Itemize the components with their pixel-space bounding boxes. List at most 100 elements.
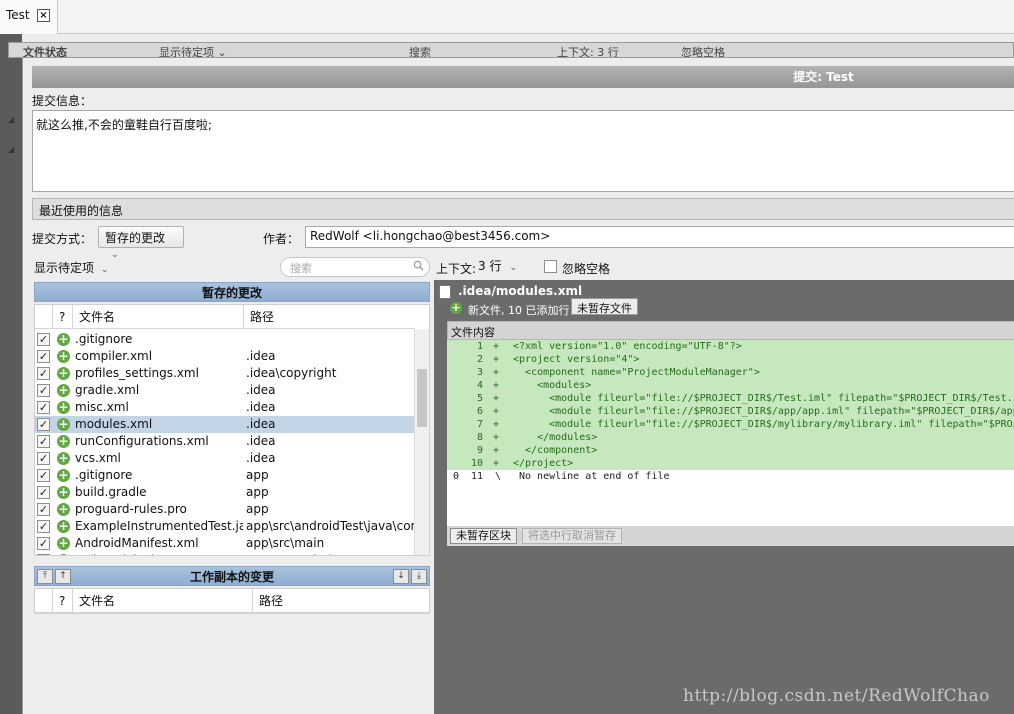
stage-checkbox[interactable]: ✓ xyxy=(37,554,50,555)
close-icon[interactable]: × xyxy=(37,9,50,22)
show-pending-select[interactable]: 显示待定项 ⌄ xyxy=(34,259,109,276)
unstage-hunk-button[interactable]: 未暂存区块 xyxy=(450,528,517,544)
line-number: 4 xyxy=(476,380,483,391)
chevron-down-icon: ⌄ xyxy=(111,250,119,260)
diff-toolbar: 上下文: 3 行 ⌄ 忽略空格 xyxy=(434,254,1014,280)
stage-checkbox[interactable]: ✓ xyxy=(37,537,50,550)
file-name: AndroidManifest.xml xyxy=(75,536,199,550)
table-row[interactable]: ✓ + .gitignore app xyxy=(35,467,415,484)
diff-line-added[interactable]: 9 + </component> xyxy=(447,444,1014,457)
column-status[interactable]: ? xyxy=(53,589,73,613)
context-select[interactable]: 3 行 ⌄ xyxy=(478,257,517,274)
move-down-icon[interactable]: ↓ xyxy=(393,569,409,584)
diff-sign: + xyxy=(493,341,500,352)
diff-sign: + xyxy=(493,458,500,469)
add-icon: + xyxy=(57,400,70,414)
diff-line-meta: 0 11 \ No newline at end of file xyxy=(447,470,1014,483)
table-row[interactable]: ✓ + compiler.xml .idea xyxy=(35,348,415,365)
file-name: proguard-rules.pro xyxy=(75,502,187,516)
stage-checkbox[interactable]: ✓ xyxy=(37,469,50,482)
table-row[interactable]: ✓ + gradle.xml .idea xyxy=(35,382,415,399)
table-row[interactable]: ✓ + proguard-rules.pro app xyxy=(35,501,415,518)
column-filename[interactable]: 文件名 xyxy=(73,589,253,613)
author-field[interactable]: RedWolf <li.hongchao@best3456.com> xyxy=(305,226,1014,248)
column-path[interactable]: 路径 xyxy=(244,305,415,329)
column-filename[interactable]: 文件名 xyxy=(73,305,244,329)
new-file-info: 新文件, 10 已添加行 xyxy=(468,304,570,317)
add-icon: + xyxy=(57,468,70,482)
stage-checkbox[interactable]: ✓ xyxy=(37,520,50,533)
vertical-scrollbar[interactable] xyxy=(414,329,429,555)
file-content-header: 文件内容 xyxy=(447,321,1014,340)
table-row[interactable]: ✓ + AndroidManifest.xml app\src\main xyxy=(35,535,415,552)
table-row[interactable]: ✓ + .gitignore xyxy=(35,331,415,348)
stage-checkbox[interactable]: ✓ xyxy=(37,486,50,499)
table-row[interactable]: ✓ + modules.xml .idea xyxy=(35,416,415,433)
ignore-whitespace-checkbox[interactable] xyxy=(544,260,557,273)
diff-line-added[interactable]: 3 + <component name="ProjectModuleManager… xyxy=(447,366,1014,379)
table-row[interactable]: ✓ + runConfigurations.xml .idea xyxy=(35,433,415,450)
file-path: app xyxy=(246,485,269,499)
file-name: misc.xml xyxy=(75,400,129,414)
file-name: ExampleInstrumentedTest.java xyxy=(75,519,243,533)
table-row[interactable]: ✓ + vcs.xml .idea xyxy=(35,450,415,467)
diff-line-added[interactable]: 7 + <module fileurl="file://$PROJECT_DIR$… xyxy=(447,418,1014,431)
file-path: .idea xyxy=(246,400,276,414)
file-path: app xyxy=(246,468,269,482)
stage-checkbox[interactable]: ✓ xyxy=(37,401,50,414)
stage-checkbox[interactable]: ✓ xyxy=(37,418,50,431)
add-icon: + xyxy=(57,366,70,380)
stage-checkbox[interactable]: ✓ xyxy=(37,350,50,363)
search-input[interactable]: 搜索 xyxy=(280,257,430,277)
move-bottom-icon[interactable]: ⤓ xyxy=(411,569,427,584)
file-name: modules.xml xyxy=(75,417,153,431)
new-line-number: 11 xyxy=(471,471,484,482)
unstage-selected-lines-button[interactable]: 将选中行取消暂存 xyxy=(522,528,622,544)
bg-search: 搜索 xyxy=(409,46,431,58)
diff-line-added[interactable]: 8 + </modules> xyxy=(447,431,1014,444)
diff-line-added[interactable]: 1 + <?xml version="1.0" encoding="UTF-8"?> xyxy=(447,340,1014,353)
tab-test[interactable]: Test × xyxy=(0,0,58,34)
column-path[interactable]: 路径 xyxy=(253,589,429,613)
commit-mode-select[interactable]: 暂存的更改 ⌄ xyxy=(98,226,184,260)
stage-checkbox[interactable]: ✓ xyxy=(37,384,50,397)
table-row[interactable]: ✓ + MainActivity.javaapp\src\main\java\com… xyxy=(35,552,415,555)
table-row[interactable]: ✓ + profiles_settings.xml .idea\copyright xyxy=(35,365,415,382)
stage-checkbox[interactable]: ✓ xyxy=(37,503,50,516)
add-icon: + xyxy=(57,451,70,465)
diff-line-added[interactable]: 10 + </project> xyxy=(447,457,1014,470)
diff-line-added[interactable]: 2 + <project version="4"> xyxy=(447,353,1014,366)
diff-line-added[interactable]: 6 + <module fileurl="file://$PROJECT_DIR$… xyxy=(447,405,1014,418)
working-copy-table: ? 文件名 路径 xyxy=(34,588,430,614)
watermark: http://blog.csdn.net/RedWolfChao xyxy=(683,686,990,706)
column-status[interactable]: ? xyxy=(53,305,73,329)
diff-file-title: .idea/modules.xml xyxy=(458,284,583,298)
commit-message-input[interactable]: 就这么推,不会的童鞋自行百度啦; xyxy=(32,110,1014,192)
author-label: 作者： xyxy=(263,232,300,246)
move-up-icon[interactable]: ↑ xyxy=(55,569,71,584)
line-number: 5 xyxy=(476,393,483,404)
stage-checkbox[interactable]: ✓ xyxy=(37,333,50,346)
diff-line-added[interactable]: 5 + <module fileurl="file://$PROJECT_DIR$… xyxy=(447,392,1014,405)
table-row[interactable]: ✓ + build.gradle app xyxy=(35,484,415,501)
code-text: <modules> xyxy=(513,380,592,391)
stage-checkbox[interactable]: ✓ xyxy=(37,367,50,380)
add-icon: + xyxy=(450,301,462,314)
scrollbar-thumb[interactable] xyxy=(417,369,427,427)
file-path: .idea xyxy=(246,383,276,397)
file-name: profiles_settings.xml xyxy=(75,366,199,380)
recent-messages-dropdown[interactable]: 最近使用的信息 xyxy=(32,198,1014,220)
table-row[interactable]: ✓ + ExampleInstrumentedTest.java app\src\an… xyxy=(35,518,415,535)
diff-line-added[interactable]: 4 + <modules> xyxy=(447,379,1014,392)
unstage-file-button[interactable]: 未暂存文件 xyxy=(571,298,638,315)
commit-mode-label: 提交方式： xyxy=(32,232,93,246)
file-name: vcs.xml xyxy=(75,451,121,465)
tab-title: Test xyxy=(6,8,30,22)
stage-checkbox[interactable]: ✓ xyxy=(37,435,50,448)
move-top-icon[interactable]: ⤒ xyxy=(37,569,53,584)
code-text: <?xml version="1.0" encoding="UTF-8"?> xyxy=(513,341,742,352)
code-text: <module fileurl="file://$PROJECT_DIR$/ap… xyxy=(549,406,1014,417)
stage-checkbox[interactable]: ✓ xyxy=(37,452,50,465)
table-row[interactable]: ✓ + misc.xml .idea xyxy=(35,399,415,416)
collapse-arrow-icon: ◢ xyxy=(8,145,15,154)
